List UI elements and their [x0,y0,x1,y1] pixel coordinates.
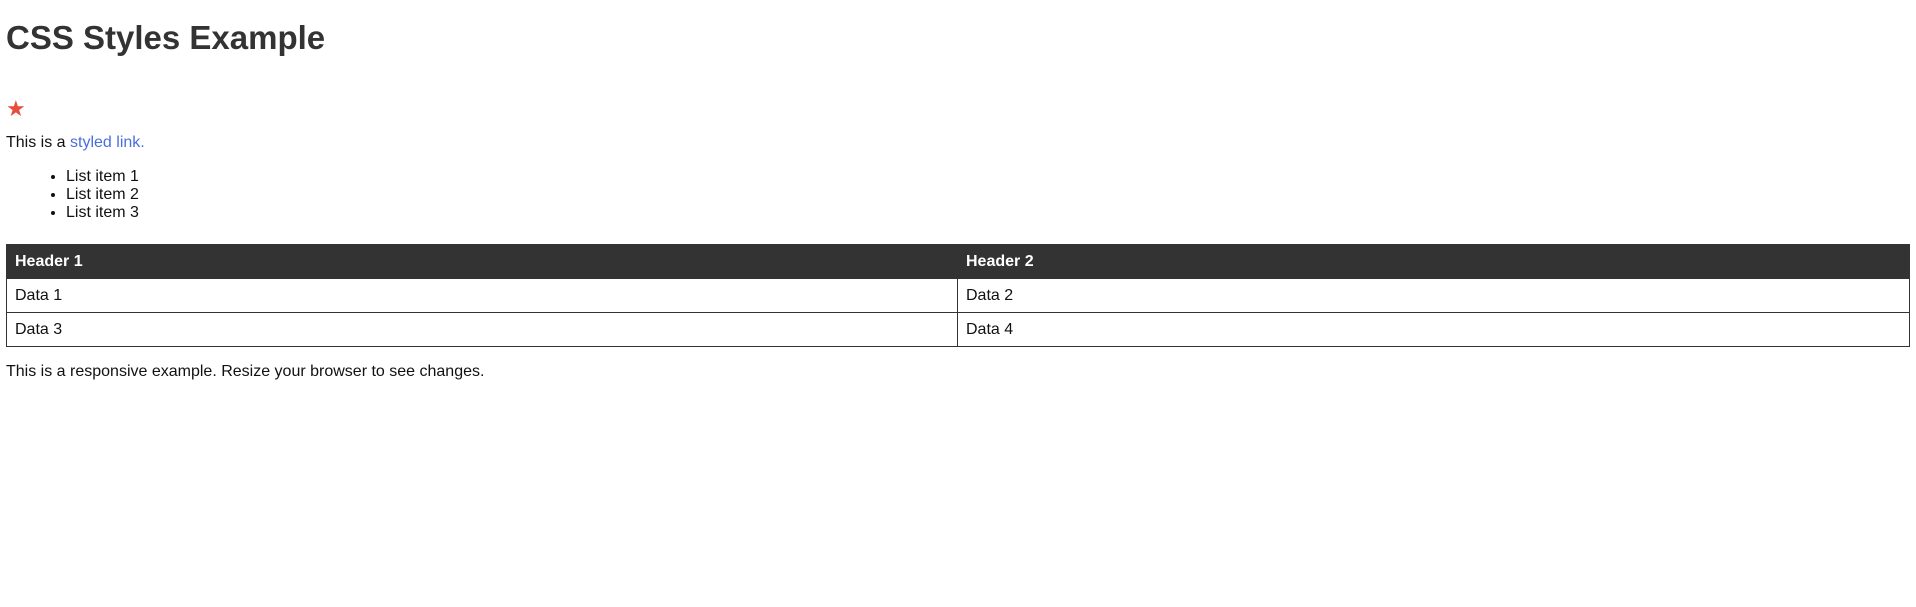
star-row: ★ [6,56,1910,121]
table-header-row: Header 1 Header 2 [6,244,1910,279]
table-cell: Data 1 [6,278,958,313]
table-header-2: Header 2 [957,244,1910,279]
table-row: Data 1 Data 2 [6,278,1910,313]
table-row: Data 3 Data 4 [6,312,1910,347]
page-content: CSS Styles Example ★ This is a styled li… [0,0,1916,381]
table-cell: Data 4 [957,312,1910,347]
list-item: List item 1 [66,168,1910,186]
list-item: List item 3 [66,204,1910,222]
responsive-note: This is a responsive example. Resize you… [6,363,485,380]
item-list: List item 1 List item 2 List item 3 [6,168,1910,222]
page-title: CSS Styles Example [6,19,326,56]
styled-link[interactable]: styled link. [70,134,145,151]
list-item: List item 2 [66,186,1910,204]
star-icon: ★ [6,96,26,121]
intro-text: This is a styled link. [6,134,1910,152]
table-cell: Data 2 [957,278,1910,313]
table-header-1: Header 1 [6,244,958,279]
table-cell: Data 3 [6,312,958,347]
data-table: Header 1 Header 2 Data 1 Data 2 Data 3 D… [6,244,1910,347]
intro-prefix: This is a [6,134,71,151]
